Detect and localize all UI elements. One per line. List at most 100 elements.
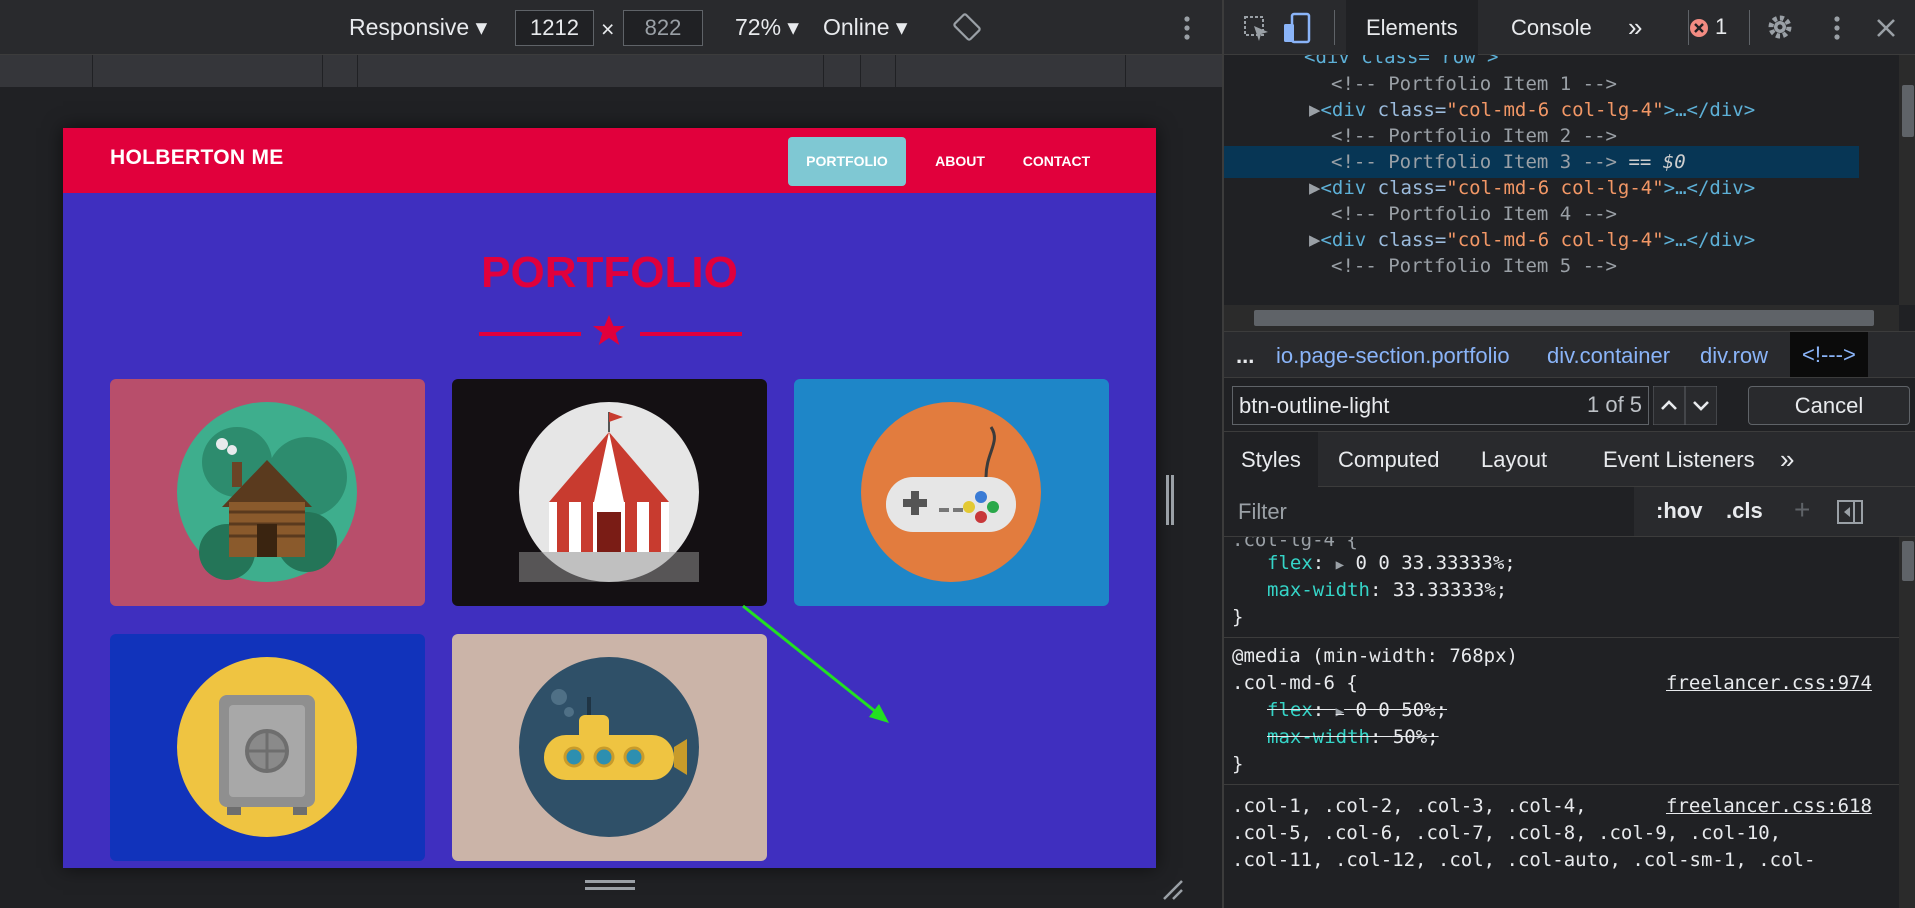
dom-tag-open: <div <box>1320 99 1378 121</box>
breadcrumb-section[interactable]: io.page-section.portfolio <box>1276 343 1510 369</box>
media-query-segment[interactable] <box>896 55 1126 88</box>
css-value: 50%; <box>1392 726 1439 748</box>
breadcrumb-overflow[interactable]: ... <box>1236 343 1254 369</box>
dom-tag-close: >…</div> <box>1663 229 1756 251</box>
breadcrumb-container[interactable]: div.container <box>1547 343 1670 369</box>
more-tabs-button[interactable]: » <box>1608 0 1662 55</box>
dom-vertical-scrollbar[interactable] <box>1899 55 1915 305</box>
selected-node-marker: == $0 <box>1628 151 1686 173</box>
height-input[interactable]: 822 <box>623 10 703 46</box>
search-next-icon[interactable] <box>1685 386 1717 425</box>
more-styles-tabs-button[interactable]: » <box>1760 432 1814 487</box>
viewport-bottom-resize-handle[interactable] <box>585 880 635 890</box>
search-cancel-button[interactable]: Cancel <box>1748 386 1910 425</box>
css-value: 33.33333%; <box>1392 579 1508 601</box>
tab-event-listeners[interactable]: Event Listeners <box>1583 432 1775 487</box>
search-previous-icon[interactable] <box>1653 386 1685 425</box>
dom-comment-text: <!-- Portfolio Item 3 --> <box>1331 151 1617 173</box>
tab-layout[interactable]: Layout <box>1461 432 1567 487</box>
expand-triangle-icon[interactable]: ▶ <box>1309 99 1320 121</box>
dom-attr: class= <box>1377 177 1447 199</box>
dom-attr-value: "col-md-6 col-lg-4" <box>1446 229 1664 251</box>
error-icon[interactable] <box>1689 18 1709 38</box>
devtools-tabbar: Elements Console » 1 <box>1224 0 1915 55</box>
dom-comment[interactable]: <!-- Portfolio Item 5 --> <box>1331 250 1899 282</box>
style-declaration-overridden[interactable]: flex: ▶ 0 0 50%; <box>1267 697 1447 724</box>
inspect-element-icon[interactable] <box>1242 14 1270 42</box>
expand-triangle-icon[interactable]: ▶ <box>1336 557 1344 573</box>
css-property: flex <box>1267 552 1313 574</box>
zoom-select[interactable]: 72% ▾ <box>735 14 799 41</box>
media-query-segment[interactable] <box>0 55 93 88</box>
annotation-arrow <box>742 604 889 723</box>
width-input[interactable]: 1212 <box>515 10 594 46</box>
media-query-segment[interactable] <box>824 55 861 88</box>
devtools-more-icon[interactable] <box>1833 15 1841 41</box>
media-query-segment[interactable] <box>93 55 323 88</box>
dom-attr-value: "col-md-6 col-lg-4" <box>1446 99 1664 121</box>
style-declaration[interactable]: max-width: 33.33333%; <box>1267 577 1507 604</box>
tabbar-divider <box>1749 10 1750 45</box>
hov-toggle[interactable]: :hov <box>1656 498 1702 524</box>
tab-computed[interactable]: Computed <box>1318 432 1460 487</box>
rotate-icon[interactable] <box>953 13 981 41</box>
device-emulation-area: Responsive ▾ 1212 × 822 72% ▾ Online ▾ H… <box>0 0 1222 908</box>
dom-node-text: <div class="row"> <box>1304 55 1499 68</box>
tab-styles[interactable]: Styles <box>1224 432 1318 487</box>
throttle-select[interactable]: Online ▾ <box>823 14 907 41</box>
more-options-icon[interactable] <box>1183 15 1191 41</box>
device-toolbar-toggle-icon[interactable] <box>1282 12 1312 44</box>
cls-toggle[interactable]: .cls <box>1726 498 1763 524</box>
rule-selector[interactable]: .col-11, .col-12, .col, .col-auto, .col-… <box>1232 847 1815 874</box>
device-toolbar: Responsive ▾ 1212 × 822 72% ▾ Online ▾ <box>0 0 1222 55</box>
device-select[interactable]: Responsive ▾ <box>349 14 487 41</box>
search-match-count: 1 of 5 <box>1587 392 1643 417</box>
tab-console[interactable]: Console <box>1491 0 1612 55</box>
rule-close-brace: } <box>1232 753 1244 775</box>
breadcrumb-comment[interactable]: <!---> <box>1790 332 1868 377</box>
expand-triangle-icon[interactable]: ▶ <box>1309 229 1320 251</box>
breadcrumb-row[interactable]: div.row <box>1700 343 1768 369</box>
dom-search-bar: btn-outline-light 1 of 5 Cancel <box>1224 378 1915 432</box>
rule-selector[interactable]: .col-5, .col-6, .col-7, .col-8, .col-9, … <box>1232 820 1781 847</box>
tab-elements[interactable]: Elements <box>1346 0 1478 55</box>
viewport-right-resize-handle[interactable] <box>1166 475 1174 525</box>
corner-resize-icon[interactable] <box>1160 877 1184 901</box>
dom-attr: class= <box>1377 99 1447 121</box>
media-query-segment[interactable] <box>861 55 896 88</box>
error-count[interactable]: 1 <box>1715 14 1727 40</box>
expand-triangle-icon[interactable]: ▶ <box>1309 177 1320 199</box>
style-declaration-overridden[interactable]: max-width: 50%; <box>1267 724 1439 751</box>
styles-scrollbar[interactable] <box>1899 537 1915 908</box>
rule-selector[interactable]: .col-1, .col-2, .col-3, .col-4, <box>1232 793 1587 820</box>
media-query-bar[interactable] <box>0 55 1222 88</box>
element-breadcrumb: ... io.page-section.portfolio div.contai… <box>1224 331 1915 378</box>
media-query-segment[interactable] <box>358 55 824 88</box>
stylesheet-link[interactable]: freelancer.css:974 <box>1666 670 1872 697</box>
emulated-viewport[interactable]: HOLBERTON ME PORTFOLIO ABOUT CONTACT POR… <box>63 128 1156 868</box>
scrollbar-thumb[interactable] <box>1254 310 1874 326</box>
css-value: 0 0 50%; <box>1355 699 1448 721</box>
new-style-rule-button[interactable]: + <box>1794 494 1810 526</box>
settings-gear-icon[interactable] <box>1766 13 1794 41</box>
dom-comment-text: <!-- Portfolio Item 5 --> <box>1331 255 1617 277</box>
media-query-segment[interactable] <box>323 55 358 88</box>
dom-tree[interactable]: <div class="row"> <!-- Portfolio Item 1 … <box>1224 55 1899 305</box>
styles-pane[interactable]: .col-lg-4 { flex: ▶ 0 0 33.33333%; max-w… <box>1224 537 1899 908</box>
styles-filter-input[interactable]: Filter <box>1224 487 1634 536</box>
dom-tag-close: >…</div> <box>1663 177 1756 199</box>
expand-triangle-icon[interactable]: ▶ <box>1336 704 1344 720</box>
style-declaration[interactable]: flex: ▶ 0 0 33.33333%; <box>1267 550 1516 577</box>
stylesheet-link[interactable]: freelancer.css:618 <box>1666 793 1872 820</box>
toggle-sidebar-icon[interactable] <box>1836 499 1864 525</box>
rule-selector[interactable]: .col-md-6 { <box>1232 670 1358 697</box>
rule-separator <box>1224 637 1899 638</box>
css-property: max-width <box>1267 579 1370 601</box>
dom-tag-open: <div <box>1320 177 1378 199</box>
rule-close-brace: } <box>1232 606 1244 628</box>
dom-horizontal-scrollbar[interactable] <box>1224 305 1899 331</box>
scrollbar-thumb[interactable] <box>1902 85 1914 137</box>
close-icon[interactable] <box>1875 17 1897 39</box>
devtools-panel: Elements Console » 1 <div class="row"> <… <box>1222 0 1915 908</box>
scrollbar-thumb[interactable] <box>1902 541 1914 581</box>
